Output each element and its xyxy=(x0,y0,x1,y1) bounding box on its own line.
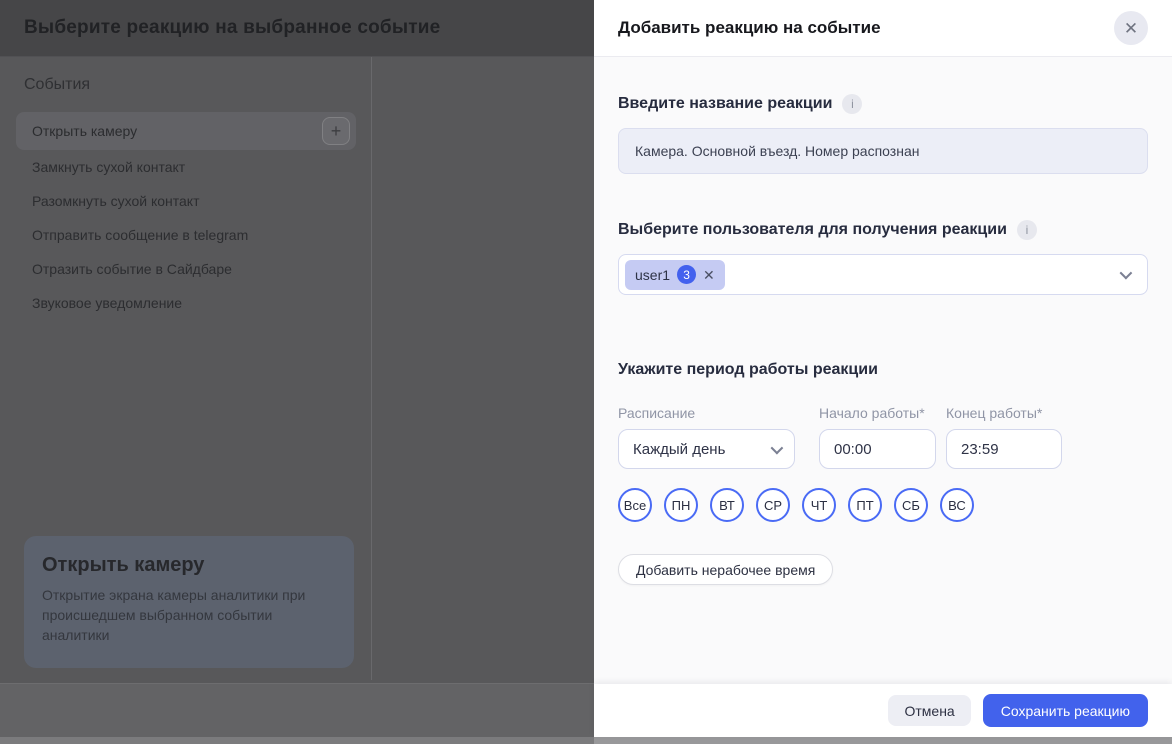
required-mark: * xyxy=(1036,405,1043,421)
cancel-button[interactable]: Отмена xyxy=(888,695,971,726)
user-select[interactable]: user1 3 ✕ xyxy=(618,254,1148,295)
start-time-input[interactable] xyxy=(819,429,936,469)
page-bottom-edge-left xyxy=(0,737,594,744)
backdrop-page: Выберите реакцию на выбранное событие Со… xyxy=(0,0,594,744)
event-item-selected[interactable]: Открыть камеру + xyxy=(16,112,356,150)
period-section-title: Укажите период работы реакции xyxy=(618,361,878,378)
close-button[interactable]: ✕ xyxy=(1114,11,1148,45)
chevron-down-icon xyxy=(770,441,784,454)
modal-header: Добавить реакцию на событие ✕ xyxy=(594,0,1172,57)
selected-event-label: Открыть камеру xyxy=(32,123,138,139)
schedule-value: Каждый день xyxy=(633,440,726,458)
page-bottom-edge-right xyxy=(594,737,1172,744)
day-chip[interactable]: ЧТ xyxy=(802,488,836,522)
event-list-item[interactable]: Замкнуть сухой контакт xyxy=(0,150,371,184)
reaction-name-label: Введите название реакции xyxy=(618,95,833,112)
user-select-label: Выберите пользователя для получения реак… xyxy=(618,221,1007,238)
events-list: Замкнуть сухой контакт Разомкнуть сухой к… xyxy=(0,150,371,320)
reaction-name-input[interactable] xyxy=(618,128,1148,174)
backdrop-footer xyxy=(0,683,594,737)
info-icon[interactable]: i xyxy=(1016,220,1037,240)
add-reaction-button[interactable]: + xyxy=(322,117,350,145)
event-list-item[interactable]: Звуковое уведомление xyxy=(0,286,371,320)
event-list-item[interactable]: Отправить сообщение в telegram xyxy=(0,218,371,252)
modal-body: Введите название реакции i Выберите поль… xyxy=(594,57,1172,684)
event-list-item[interactable]: Отразить событие в Сайдбаре xyxy=(0,252,371,286)
schedule-label: Расписание xyxy=(618,405,696,421)
day-chip[interactable]: ВТ xyxy=(710,488,744,522)
save-reaction-button[interactable]: Сохранить реакцию xyxy=(982,694,1148,727)
event-info-card: Открыть камеру Открытие экрана камеры ан… xyxy=(24,536,354,668)
close-icon: ✕ xyxy=(1123,18,1139,38)
vertical-divider xyxy=(371,57,372,680)
add-reaction-modal: Добавить реакцию на событие ✕ Введите на… xyxy=(594,0,1172,737)
chevron-down-icon xyxy=(1119,266,1133,280)
day-chip[interactable]: ПН xyxy=(664,488,698,522)
event-info-card-title: Открыть камеру xyxy=(42,554,205,576)
start-time-label: Начало работы* xyxy=(819,405,925,421)
events-section-title: События xyxy=(24,76,91,93)
info-icon[interactable]: i xyxy=(842,94,863,114)
remove-user-icon[interactable]: ✕ xyxy=(703,268,715,282)
end-time-label: Конец работы* xyxy=(946,405,1043,421)
user-tag: user1 3 ✕ xyxy=(625,259,725,290)
plus-icon: + xyxy=(330,121,342,141)
day-chip[interactable]: СБ xyxy=(894,488,928,522)
end-time-input[interactable] xyxy=(946,429,1062,469)
user-tag-name: user1 xyxy=(635,266,671,283)
backdrop-header: Выберите реакцию на выбранное событие xyxy=(0,0,594,57)
backdrop-page-title: Выберите реакцию на выбранное событие xyxy=(24,17,441,38)
day-chip[interactable]: ВС xyxy=(940,488,974,522)
day-chip[interactable]: Все xyxy=(618,488,652,522)
weekday-chips: Все ПН ВТ СР ЧТ ПТ СБ ВС xyxy=(618,488,1148,522)
day-chip[interactable]: СР xyxy=(756,488,790,522)
day-chip[interactable]: ПТ xyxy=(848,488,882,522)
event-list-item[interactable]: Разомкнуть сухой контакт xyxy=(0,184,371,218)
add-downtime-button[interactable]: Добавить нерабочее время xyxy=(618,554,834,585)
schedule-select[interactable]: Каждый день xyxy=(618,429,795,469)
modal-footer: Отмена Сохранить реакцию xyxy=(594,684,1172,737)
event-info-card-description: Открытие экрана камеры аналитики при про… xyxy=(42,587,306,643)
modal-title: Добавить реакцию на событие xyxy=(618,18,881,37)
required-mark: * xyxy=(919,405,925,421)
user-tag-count-badge: 3 xyxy=(677,265,697,284)
